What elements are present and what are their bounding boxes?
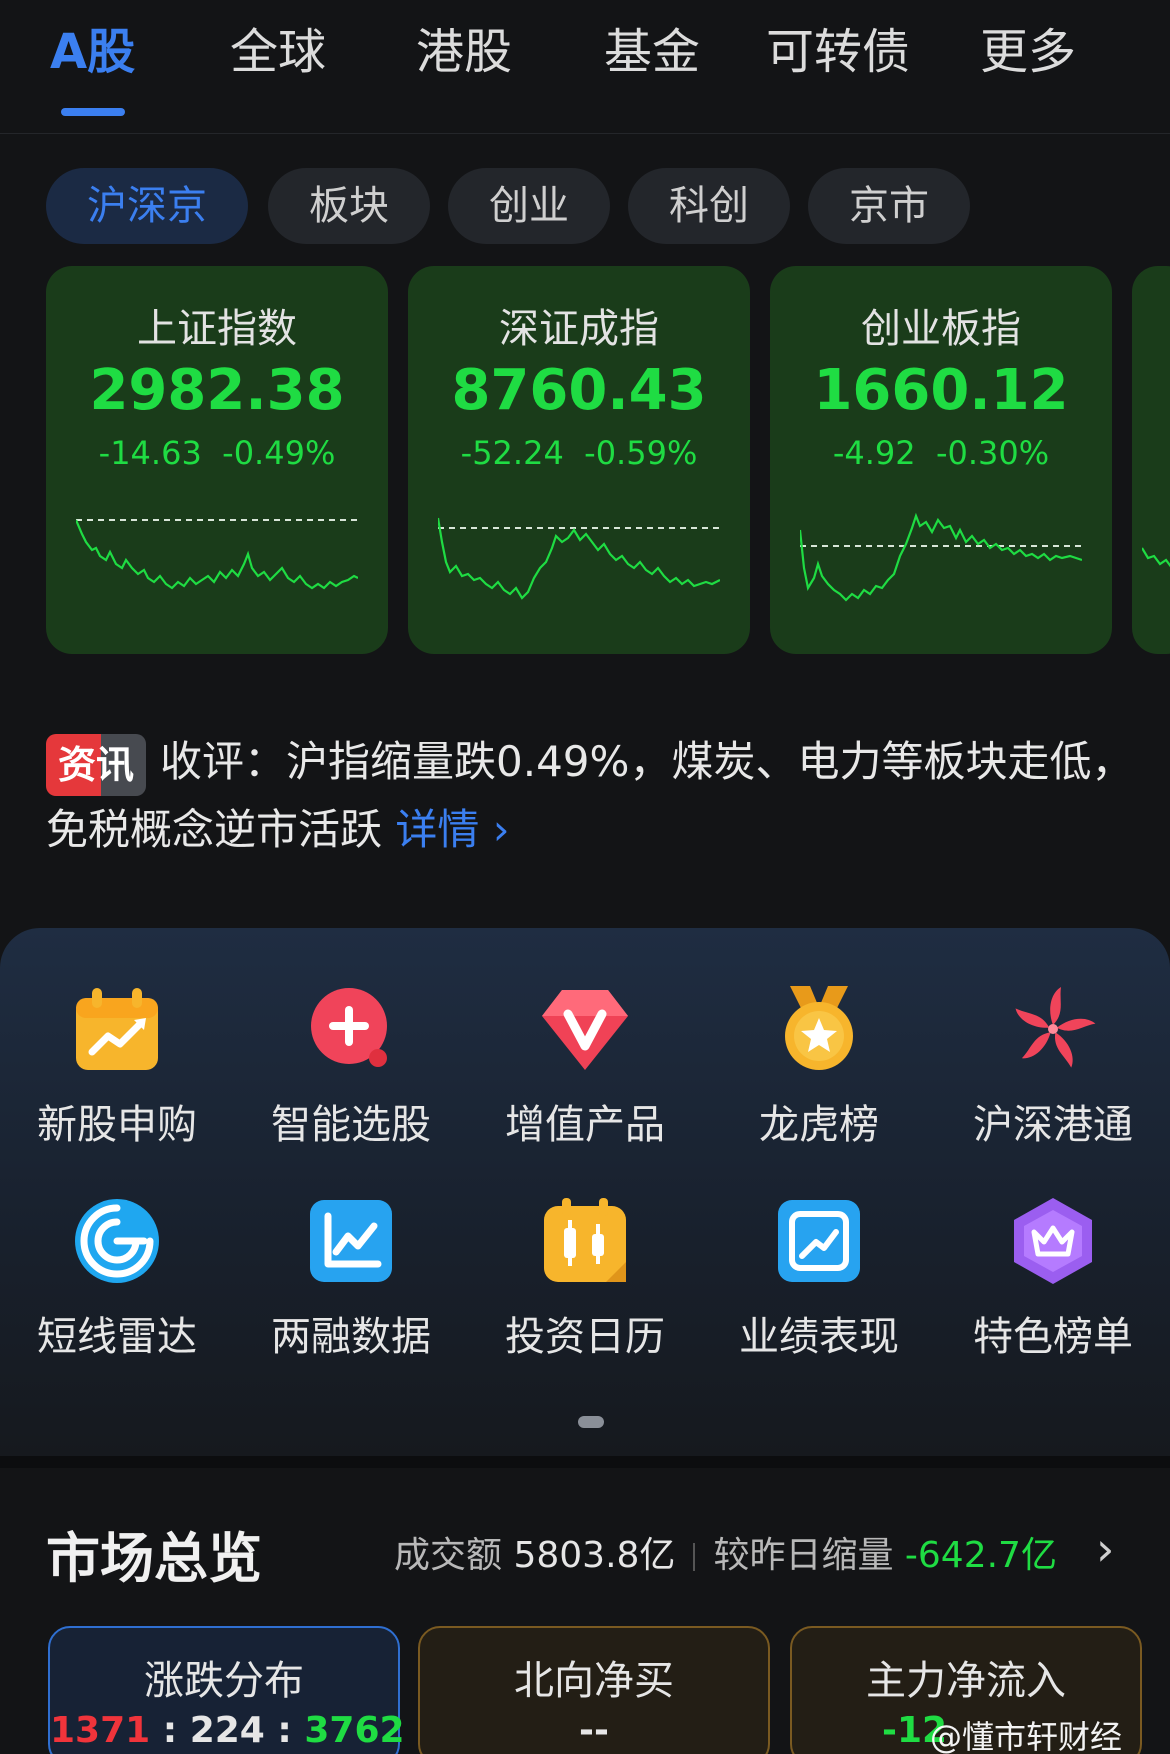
- index-sparkline: [76, 519, 358, 590]
- diamond-v-icon: [542, 990, 628, 1070]
- advance-decline-ratio: 1371 : 224 : 3762: [50, 1710, 405, 1751]
- turnover-value: 5803.8亿: [513, 1535, 676, 1576]
- active-tab-indicator: [61, 108, 125, 116]
- index-name: 创业板指: [861, 306, 1021, 352]
- medal-star-icon: [785, 986, 853, 1070]
- feature-label: 投资日历: [505, 1314, 665, 1360]
- feature-stock-connect[interactable]: 沪深港通: [936, 984, 1170, 1174]
- card-advance-decline[interactable]: 涨跌分布 1371 : 224 : 3762: [48, 1626, 405, 1754]
- news-detail-link[interactable]: 详情 ›: [395, 805, 509, 854]
- bauhinia-icon: [1015, 987, 1096, 1068]
- up-count: 1371: [50, 1710, 151, 1751]
- feature-investment-calendar[interactable]: 投资日历: [468, 1196, 702, 1386]
- index-name: 深证成指: [499, 306, 659, 352]
- feature-earnings-performance[interactable]: 业绩表现: [702, 1196, 936, 1386]
- index-sparkline: [438, 517, 720, 600]
- feature-panel: 新股申购 智能选股 增值产品 龙虎榜 沪深港通 短线雷达 两融数据 投资日历 业…: [0, 928, 1170, 1456]
- index-sparkline: [1142, 547, 1170, 568]
- tab-funds[interactable]: 基金: [604, 22, 700, 82]
- tab-a-shares[interactable]: A股: [50, 22, 135, 82]
- feature-label: 业绩表现: [739, 1314, 899, 1360]
- feature-label: 智能选股: [271, 1102, 431, 1148]
- radar-icon: [75, 1199, 159, 1283]
- card-title: 涨跌分布: [144, 1658, 304, 1704]
- card-northbound-net-buy[interactable]: 北向净买 --: [418, 1626, 770, 1754]
- feature-label: 短线雷达: [37, 1314, 197, 1360]
- intraday-line: [438, 517, 720, 600]
- news-badge: 资讯: [46, 733, 147, 796]
- card-title: 北向净买: [514, 1658, 674, 1704]
- news-headline[interactable]: 收评：沪指缩量跌0.49%，煤炭、电力等板块走低，免税概念逆市活跃: [46, 737, 1133, 854]
- subtab-star-market[interactable]: 科创: [628, 168, 790, 244]
- index-change: -52.24 -0.59%: [460, 434, 698, 472]
- feature-special-rankings[interactable]: 特色榜单: [936, 1196, 1170, 1386]
- compare-label: 较昨日缩量: [713, 1535, 894, 1576]
- feature-ipo-subscription[interactable]: 新股申购: [0, 984, 234, 1174]
- subtab-sh-sz-bj[interactable]: 沪深京: [46, 168, 248, 244]
- index-sparkline: [800, 512, 1082, 602]
- intraday-line: [76, 519, 358, 590]
- tab-hk-stocks[interactable]: 港股: [416, 22, 512, 82]
- intraday-line: [800, 512, 1082, 602]
- news-ticker[interactable]: 资讯 收评：沪指缩量跌0.49%，煤炭、电力等板块走低，免税概念逆市活跃 详情 ›: [46, 728, 1136, 864]
- feature-premium-products[interactable]: 增值产品: [468, 984, 702, 1174]
- feature-label: 增值产品: [505, 1102, 665, 1148]
- index-card-shanghai[interactable]: 上证指数 2982.38 -14.63 -0.49%: [46, 266, 388, 654]
- feature-label: 沪深港通: [973, 1102, 1133, 1148]
- northbound-value: --: [579, 1710, 609, 1751]
- feature-label: 两融数据: [271, 1314, 431, 1360]
- index-value: 1660.12: [813, 358, 1069, 423]
- feature-label: 特色榜单: [973, 1314, 1133, 1360]
- index-change: -4.92 -0.30%: [832, 434, 1050, 472]
- tab-convertible-bonds[interactable]: 可转债: [766, 22, 910, 82]
- watermark: @懂市轩财经: [930, 1718, 1123, 1754]
- turnover-label: 成交额: [394, 1535, 503, 1576]
- feature-label: 新股申购: [37, 1102, 197, 1148]
- subtab-sectors[interactable]: 板块: [268, 168, 430, 244]
- tab-more[interactable]: 更多: [980, 22, 1076, 82]
- index-card-partial[interactable]: [1132, 266, 1170, 654]
- chevron-right-icon[interactable]: ›: [1096, 1522, 1114, 1576]
- plus-search-icon: [311, 988, 387, 1067]
- index-card-chinext[interactable]: 创业板指 1660.12 -4.92 -0.30%: [770, 266, 1112, 654]
- flat-count: 224: [189, 1710, 265, 1751]
- subtab-bj-market[interactable]: 京市: [808, 168, 970, 244]
- turnover-summary[interactable]: 成交额 5803.8亿 较昨日缩量 -642.7亿: [394, 1526, 1057, 1578]
- feature-smart-screener[interactable]: 智能选股: [234, 984, 468, 1174]
- section-title: 市场总览: [46, 1527, 262, 1590]
- down-count: 3762: [304, 1710, 405, 1751]
- index-name: 上证指数: [137, 306, 297, 352]
- feature-label: 龙虎榜: [759, 1102, 879, 1148]
- feature-short-term-radar[interactable]: 短线雷达: [0, 1196, 234, 1386]
- index-value: 8760.43: [451, 358, 707, 423]
- market-tab-bar: A股 全球 港股 基金 可转债 更多: [0, 0, 1170, 134]
- stat-divider: [693, 1543, 696, 1571]
- index-change: -14.63 -0.49%: [98, 434, 336, 472]
- trend-frame-icon: [778, 1200, 860, 1282]
- calendar-chart-icon: [76, 988, 158, 1070]
- ratio-separator: :: [162, 1710, 178, 1751]
- section-divider: [0, 1456, 1170, 1468]
- feature-dragon-tiger-list[interactable]: 龙虎榜: [702, 984, 936, 1174]
- index-value: 2982.38: [89, 358, 345, 423]
- card-title: 主力净流入: [866, 1658, 1066, 1704]
- index-card-shenzhen[interactable]: 深证成指 8760.43 -52.24 -0.59%: [408, 266, 750, 654]
- subtab-chinext[interactable]: 创业: [448, 168, 610, 244]
- feature-margin-data[interactable]: 两融数据: [234, 1196, 468, 1386]
- page-indicator: [578, 1416, 604, 1428]
- ratio-separator: :: [277, 1710, 292, 1751]
- candlestick-calendar-icon: [544, 1198, 626, 1282]
- compare-value: -642.7亿: [904, 1535, 1057, 1576]
- tab-global[interactable]: 全球: [230, 22, 326, 82]
- line-chart-icon: [310, 1200, 392, 1282]
- crown-hexagon-icon: [1014, 1198, 1092, 1284]
